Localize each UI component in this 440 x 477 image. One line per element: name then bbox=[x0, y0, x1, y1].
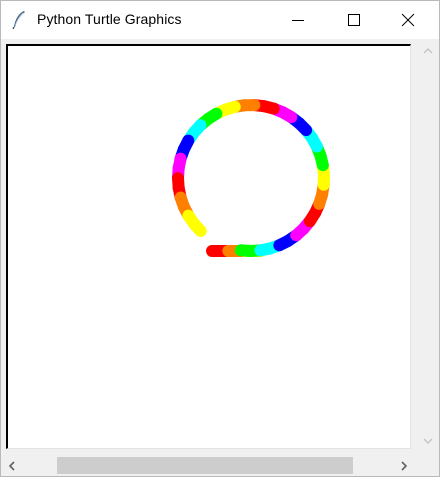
horizontal-scroll-thumb[interactable] bbox=[57, 457, 353, 474]
turtle-window: Python Turtle Graphics bbox=[0, 0, 440, 477]
window-title: Python Turtle Graphics bbox=[37, 11, 182, 27]
maximize-button[interactable] bbox=[331, 1, 377, 39]
close-button[interactable] bbox=[385, 1, 431, 39]
size-grip bbox=[417, 454, 439, 476]
horizontal-scrollbar[interactable] bbox=[1, 454, 417, 476]
chevron-right-icon[interactable] bbox=[399, 460, 409, 472]
chevron-down-icon[interactable] bbox=[422, 436, 434, 446]
feather-icon bbox=[12, 11, 25, 30]
chevron-up-icon[interactable] bbox=[422, 46, 434, 56]
turtle-drawing bbox=[172, 99, 330, 257]
maximize-icon bbox=[348, 14, 360, 26]
vertical-scrollbar[interactable] bbox=[417, 40, 439, 452]
close-icon bbox=[401, 13, 415, 27]
turtle-path-segment bbox=[188, 217, 207, 237]
title-bar[interactable]: Python Turtle Graphics bbox=[1, 1, 439, 39]
minimize-icon bbox=[292, 20, 304, 21]
chevron-left-icon[interactable] bbox=[7, 460, 17, 472]
turtle-canvas-area[interactable] bbox=[6, 44, 411, 449]
minimize-button[interactable] bbox=[275, 1, 321, 39]
